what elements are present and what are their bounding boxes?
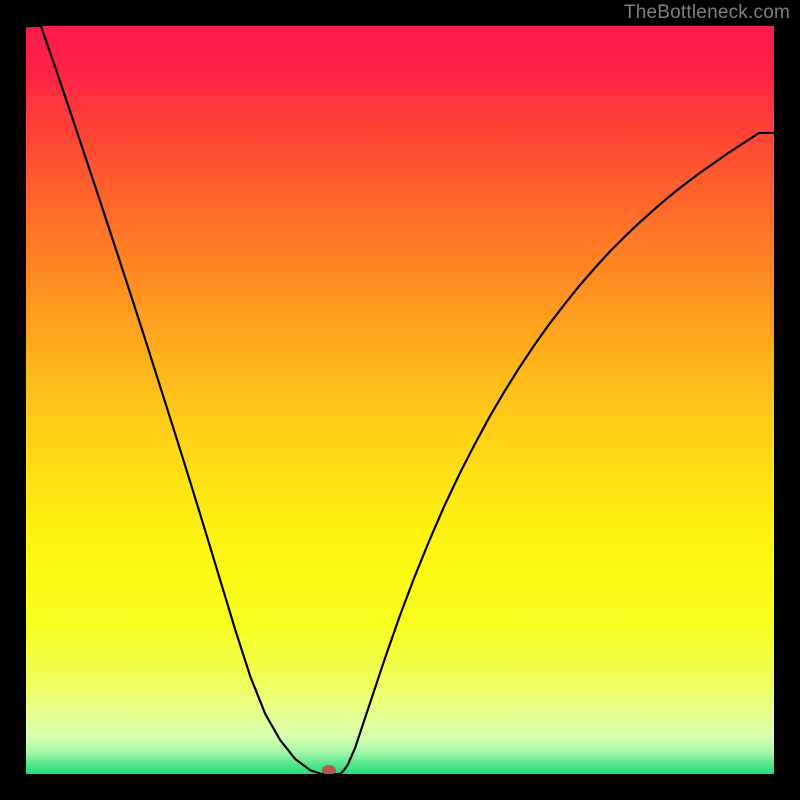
chart-svg	[26, 26, 774, 774]
chart-background	[26, 26, 774, 774]
watermark-text: TheBottleneck.com	[624, 2, 790, 24]
chart-plot-area	[26, 26, 774, 774]
chart-frame: TheBottleneck.com	[0, 0, 800, 800]
